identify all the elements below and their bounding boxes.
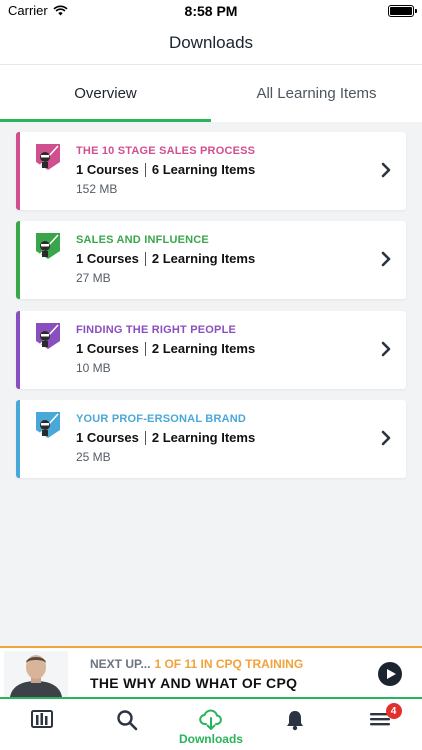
card-meta: 1 Courses 6 Learning Items <box>76 162 255 177</box>
notification-badge: 4 <box>385 703 402 719</box>
file-size: 152 MB <box>76 182 118 196</box>
next-up-prefix: NEXT UP... <box>90 657 151 671</box>
tabbar-downloads[interactable]: Downloads <box>169 699 253 750</box>
card-meta: 1 Courses 2 Learning Items <box>76 251 255 266</box>
chevron-right-icon <box>381 430 391 446</box>
chevron-right-icon <box>381 251 391 267</box>
play-button[interactable] <box>378 662 402 686</box>
segment-tabs: Overview All Learning Items <box>0 64 422 122</box>
status-bar: Carrier 8:58 PM <box>0 0 422 22</box>
download-card[interactable]: SALES AND INFLUENCE 1 Courses 2 Learning… <box>16 221 406 299</box>
tab-overview[interactable]: Overview <box>0 65 211 122</box>
clock: 8:58 PM <box>184 3 238 19</box>
tabbar-notifications[interactable] <box>253 699 337 750</box>
download-card[interactable]: THE 10 STAGE SALES PROCESS 1 Courses 6 L… <box>16 132 406 210</box>
next-up-label: NEXT UP... 1 OF 11 IN CPQ TRAINING <box>90 657 303 671</box>
nav-header: Downloads <box>0 22 422 64</box>
chevron-right-icon <box>381 162 391 178</box>
card-title: FINDING THE RIGHT PEOPLE <box>76 324 237 336</box>
next-up-title: THE WHY AND WHAT OF CPQ <box>90 675 298 691</box>
download-cloud-icon <box>199 709 222 730</box>
search-icon <box>116 710 137 731</box>
card-meta: 1 Courses 2 Learning Items <box>76 341 255 356</box>
page-title: Downloads <box>168 33 254 52</box>
ninja-shield-icon <box>36 144 60 170</box>
chevron-right-icon <box>381 341 391 357</box>
ninja-shield-icon <box>36 323 60 349</box>
divider <box>144 341 146 356</box>
courses-count: 1 Courses <box>76 341 139 356</box>
divider <box>144 251 146 266</box>
courses-count: 1 Courses <box>76 430 139 445</box>
presenter-avatar <box>4 651 68 697</box>
card-title: SALES AND INFLUENCE <box>76 234 209 246</box>
download-card[interactable]: FINDING THE RIGHT PEOPLE 1 Courses 2 Lea… <box>16 311 406 389</box>
tabbar-library[interactable] <box>0 699 84 750</box>
tab-all-learning-items[interactable]: All Learning Items <box>211 65 422 122</box>
courses-count: 1 Courses <box>76 251 139 266</box>
divider <box>144 162 146 177</box>
bell-icon <box>287 711 304 731</box>
file-size: 25 MB <box>76 450 111 464</box>
tabbar-downloads-label: Downloads <box>178 732 243 746</box>
courses-count: 1 Courses <box>76 162 139 177</box>
ninja-shield-icon <box>36 412 60 438</box>
card-title: THE 10 STAGE SALES PROCESS <box>76 145 256 157</box>
next-up-player[interactable]: NEXT UP... 1 OF 11 IN CPQ TRAINING THE WH… <box>0 646 422 700</box>
card-title: YOUR PROF-ERSONAL BRAND <box>76 413 247 425</box>
card-meta: 1 Courses 2 Learning Items <box>76 430 255 445</box>
ninja-shield-icon <box>36 233 60 259</box>
download-card[interactable]: YOUR PROF-ERSONAL BRAND 1 Courses 2 Lear… <box>16 400 406 478</box>
next-up-series: 1 OF 11 IN CPQ TRAINING <box>154 657 304 671</box>
items-count: 2 Learning Items <box>151 251 256 266</box>
battery-icon <box>388 5 417 17</box>
divider <box>144 430 146 445</box>
bottom-tab-bar: Downloads 4 <box>0 699 422 750</box>
items-count: 2 Learning Items <box>151 341 256 356</box>
file-size: 10 MB <box>76 361 111 375</box>
tabbar-search[interactable] <box>84 699 168 750</box>
tabbar-menu[interactable]: 4 <box>338 699 422 750</box>
items-count: 2 Learning Items <box>151 430 256 445</box>
items-count: 6 Learning Items <box>151 162 256 177</box>
library-icon <box>31 710 54 728</box>
file-size: 27 MB <box>76 271 111 285</box>
